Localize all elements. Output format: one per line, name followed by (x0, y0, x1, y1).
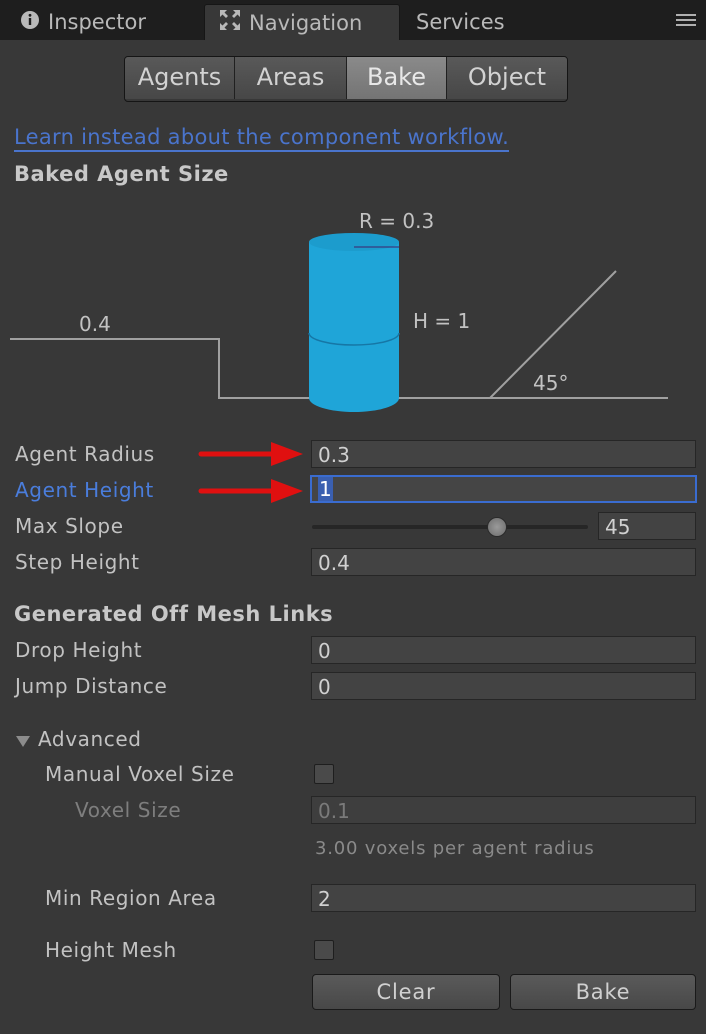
max-slope-label: Max Slope (15, 514, 124, 538)
step-height-label: Step Height (15, 550, 140, 574)
tab-inspector-label: Inspector (48, 10, 146, 34)
manual-voxel-size-label: Manual Voxel Size (45, 762, 235, 786)
agent-height-label: Agent Height (15, 478, 154, 502)
step-label: 0.4 (79, 312, 111, 336)
off-mesh-links-header: Generated Off Mesh Links (14, 602, 334, 626)
height-mesh-checkbox[interactable] (314, 940, 334, 960)
tab-navigation-label: Navigation (249, 11, 363, 35)
navigation-icon (219, 6, 241, 42)
step-height-field[interactable]: 0.4 (311, 548, 696, 576)
tab-inspector[interactable]: Inspector (10, 4, 200, 40)
agent-radius-label: Agent Radius (15, 442, 155, 466)
advanced-label: Advanced (38, 727, 142, 751)
min-region-area-field[interactable]: 2 (311, 884, 696, 912)
toolbar-agents[interactable]: Agents (125, 57, 235, 99)
drop-height-field[interactable]: 0 (311, 636, 696, 664)
toolbar-areas[interactable]: Areas (235, 57, 347, 99)
agent-height-field[interactable]: 1 (310, 475, 697, 503)
agent-height-value: 1 (318, 477, 333, 501)
info-icon (20, 5, 40, 41)
max-slope-field[interactable]: 45 (598, 512, 696, 540)
jump-distance-label: Jump Distance (15, 674, 168, 698)
advanced-foldout[interactable]: Advanced (14, 727, 142, 753)
agent-size-diagram: R = 0.3 H = 1 0.4 45° (10, 209, 668, 412)
arrow-agent-radius (198, 442, 303, 466)
height-label: H = 1 (413, 309, 470, 333)
annotation-arrows (198, 442, 303, 503)
toolbar-bake[interactable]: Bake (347, 57, 447, 99)
voxel-size-field: 0.1 (311, 796, 696, 824)
radius-label: R = 0.3 (359, 209, 434, 233)
agent-radius-field[interactable]: 0.3 (311, 440, 696, 468)
voxel-size-label: Voxel Size (75, 798, 182, 822)
toolbar-object[interactable]: Object (447, 57, 567, 99)
panel-menu-icon[interactable] (676, 14, 696, 30)
tab-navigation[interactable]: Navigation (204, 4, 400, 40)
bake-button[interactable]: Bake (510, 974, 696, 1010)
jump-distance-field[interactable]: 0 (311, 672, 696, 700)
tab-services-label: Services (416, 10, 505, 34)
component-workflow-link[interactable]: Learn instead about the component workfl… (14, 125, 510, 152)
drop-height-label: Drop Height (15, 638, 143, 662)
clear-button[interactable]: Clear (312, 974, 500, 1010)
baked-agent-size-header: Baked Agent Size (14, 162, 229, 186)
voxel-info-note: 3.00 voxels per agent radius (315, 838, 595, 859)
min-region-area-label: Min Region Area (45, 886, 217, 910)
arrow-agent-height (198, 479, 303, 503)
max-slope-slider-thumb[interactable] (487, 517, 507, 537)
manual-voxel-size-checkbox[interactable] (314, 764, 334, 784)
agent-cylinder-body (309, 242, 399, 412)
height-mesh-label: Height Mesh (45, 938, 177, 962)
slope-label: 45° (533, 371, 568, 395)
foldout-triangle-icon (14, 729, 32, 753)
tab-services[interactable]: Services (416, 4, 556, 40)
navigation-toolbar: Agents Areas Bake Object (124, 56, 568, 102)
max-slope-slider-track[interactable] (312, 525, 588, 529)
agent-cylinder-top (309, 233, 399, 251)
